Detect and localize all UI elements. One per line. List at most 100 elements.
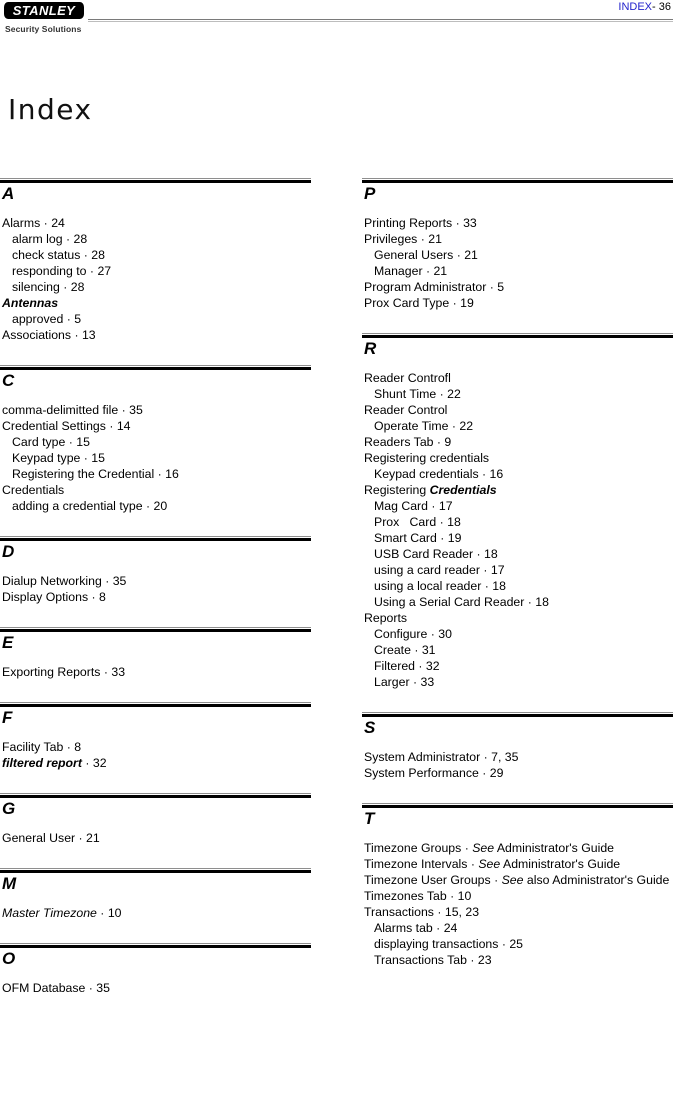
stanley-logo: STANLEY Security Solutions: [4, 2, 90, 34]
index-subentry: using a local reader · 18: [374, 579, 506, 593]
index-entry-list: Exporting Reports · 33: [0, 664, 311, 680]
index-subentry: Card type · 15: [12, 435, 90, 449]
folio-number: - 36: [652, 1, 671, 13]
index-subentry: Larger · 33: [374, 675, 435, 689]
section-letter-heading: F: [2, 708, 13, 727]
index-subentry: General Users · 21: [374, 248, 478, 262]
index-entry-list: Reader Controfl Shunt Time · 22 Reader Con…: [362, 370, 673, 690]
index-column-right: P Printing Reports · 33 Privileges · 21 Gen…: [362, 178, 673, 990]
index-entry: Timezone User Groups · See also Administ…: [364, 873, 670, 887]
section-divider-rule: [0, 536, 311, 541]
index-entry: Reader Control: [364, 403, 448, 417]
page-header: STANLEY Security Solutions INDEX- 36: [0, 0, 673, 46]
index-entry: Timezones Tab · 10: [364, 889, 472, 903]
section-letter-heading: R: [364, 339, 377, 358]
stanley-logo-mark: STANLEY: [4, 2, 84, 19]
index-entry: Reader Controfl: [364, 371, 451, 385]
index-entry: Prox Card Type · 19: [364, 296, 474, 310]
section-divider-rule: [362, 333, 673, 338]
index-subentry: Filtered · 32: [374, 659, 440, 673]
index-entry-list: OFM Database · 35: [0, 980, 311, 996]
index-subentry: Create · 31: [374, 643, 436, 657]
index-entry: Timezone Groups · See Administrator's Gu…: [364, 841, 615, 855]
section-divider-rule: [0, 365, 311, 370]
index-subentry: Using a Serial Card Reader · 18: [374, 595, 549, 609]
index-entry: Privileges · 21: [364, 232, 442, 246]
index-entry-list: Alarms · 24 alarm log · 28 check status · …: [0, 215, 311, 343]
index-entry: Associations · 13: [2, 328, 96, 342]
index-subentry: Keypad credentials · 16: [374, 467, 504, 481]
section-letter-heading: T: [364, 809, 375, 828]
index-entry: Registering credentials: [364, 451, 490, 465]
index-entry: Reports: [364, 611, 408, 625]
index-subentry: adding a credential type · 20: [12, 499, 168, 513]
section-letter-heading: E: [2, 633, 14, 652]
section-letter-heading: O: [2, 949, 16, 968]
page-folio: INDEX- 36: [618, 1, 671, 13]
index-section-f: F Facility Tab · 8 filtered report · 32: [0, 702, 311, 793]
index-section-r: R Reader Controfl Shunt Time · 22 Reader Co…: [362, 333, 673, 712]
index-section-g: G General User · 21: [0, 793, 311, 868]
header-rule: [88, 19, 673, 20]
index-subentry: Smart Card · 19: [374, 531, 462, 545]
index-entry-list: Dialup Networking · 35 Display Options · …: [0, 573, 311, 605]
index-entry-list: Facility Tab · 8 filtered report · 32: [0, 739, 311, 771]
index-section-d: D Dialup Networking · 35 Display Options ·…: [0, 536, 311, 627]
index-section-p: P Printing Reports · 33 Privileges · 21 Gen…: [362, 178, 673, 333]
section-letter-heading: P: [364, 184, 376, 203]
index-subentry: silencing · 28: [12, 280, 85, 294]
index-subentry: check status · 28: [12, 248, 105, 262]
index-entry: filtered report · 32: [2, 756, 107, 770]
section-divider-rule: [0, 943, 311, 948]
index-entry: comma-delimitted file · 35: [2, 403, 143, 417]
index-subentry: Configure · 30: [374, 627, 452, 641]
section-letter-heading: M: [2, 874, 17, 893]
section-letter-heading: A: [2, 184, 15, 203]
stanley-logo-wordmark: STANLEY: [12, 3, 76, 18]
index-entry: Timezone Intervals · See Administrator's…: [364, 857, 621, 871]
index-entry: Alarms · 24: [2, 216, 65, 230]
header-rule-secondary: [88, 21, 673, 22]
section-letter-heading: G: [2, 799, 16, 818]
index-entry: Transactions · 15, 23: [364, 905, 480, 919]
section-divider-rule: [0, 868, 311, 873]
index-subentry: using a card reader · 17: [374, 563, 505, 577]
index-entry-list: General User · 21: [0, 830, 311, 846]
index-section-c: Ccomma-delimitted file · 35 Credential Se…: [0, 365, 311, 536]
index-section-t: T Timezone Groups · See Administrator's G…: [362, 803, 673, 990]
index-subentry: Prox Card · 18: [374, 515, 461, 529]
index-entry-list: Master Timezone · 10: [0, 905, 311, 921]
section-divider-rule: [362, 803, 673, 808]
stanley-logo-tagline: Security Solutions: [5, 24, 82, 34]
index-section-m: M Master Timezone · 10: [0, 868, 311, 943]
folio-label: INDEX: [618, 1, 653, 13]
index-entry: Registering Credentials: [364, 483, 497, 497]
index-subentry: Mag Card · 17: [374, 499, 453, 513]
section-letter-heading: D: [2, 542, 15, 561]
section-divider-rule: [0, 178, 311, 183]
index-section-e: E Exporting Reports · 33: [0, 627, 311, 702]
index-subentry: Manager · 21: [374, 264, 448, 278]
page-title: Index: [8, 93, 93, 126]
index-subentry: Registering the Credential · 16: [12, 467, 179, 481]
index-entry-list: Printing Reports · 33 Privileges · 21 Gene…: [362, 215, 673, 311]
index-subentry: Keypad type · 15: [12, 451, 105, 465]
index-entry: System Performance · 29: [364, 766, 504, 780]
index-entry: Master Timezone · 10: [2, 906, 122, 920]
index-entry: Antennas: [2, 296, 59, 310]
index-entry: General User · 21: [2, 831, 100, 845]
section-letter-heading: C: [2, 371, 15, 390]
index-subentry: Operate Time · 22: [374, 419, 474, 433]
index-entry: Program Administrator · 5: [364, 280, 505, 294]
index-entry: Credentials: [2, 483, 65, 497]
